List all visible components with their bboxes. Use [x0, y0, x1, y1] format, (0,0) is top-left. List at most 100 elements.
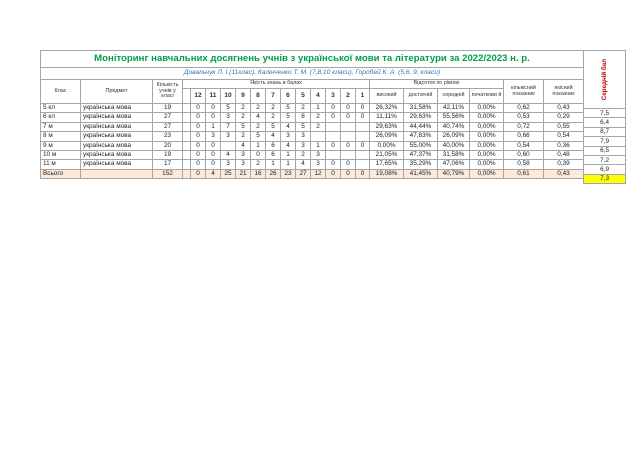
- row-qual: 0,43: [543, 102, 584, 114]
- row-quant: 0,60: [503, 149, 544, 161]
- row-grade-cell: 3: [310, 159, 326, 170]
- row-grade-cell: 0: [190, 140, 206, 151]
- row-grade-cell: [355, 159, 370, 170]
- row-sufficient: 31,58%: [403, 102, 438, 114]
- row-qual: 0,29: [543, 112, 584, 123]
- row-grade-cell: [325, 149, 341, 161]
- total-grade-cell: 4: [205, 168, 221, 180]
- row-middle: 40,74%: [437, 121, 470, 133]
- row-grade-cell: 0: [325, 102, 341, 114]
- row-qual: 0,54: [543, 131, 584, 142]
- row-spacer: [182, 102, 191, 114]
- row-grade-cell: 0: [325, 112, 341, 123]
- row-subject: українська мова: [80, 112, 153, 123]
- row-grade-cell: 4: [250, 112, 266, 123]
- row-grade-cell: 3: [295, 131, 311, 142]
- row-grade-cell: 1: [250, 140, 266, 151]
- grade-6: 6: [280, 88, 296, 104]
- row-qual: 0,36: [543, 140, 584, 151]
- row-sufficient: 47,37%: [403, 149, 438, 161]
- row-grade-cell: 3: [280, 131, 296, 142]
- avg-cell: 7,9: [582, 136, 627, 147]
- row-count: 23: [152, 131, 183, 142]
- grade-11: 11: [205, 88, 221, 104]
- row-class: 5 кл: [40, 102, 81, 114]
- row-grade-cell: 0: [190, 121, 206, 133]
- row-grade-cell: 2: [250, 159, 266, 170]
- col-header-qual-indicator: якісний показник: [543, 79, 584, 104]
- row-grade-cell: 0: [340, 102, 356, 114]
- total-middle: 40,79%: [437, 168, 470, 180]
- total-spacer: [182, 168, 191, 180]
- row-initial: 0,00%: [469, 112, 504, 123]
- row-grade-cell: 2: [235, 131, 251, 142]
- row-grade-cell: 3: [235, 149, 251, 161]
- row-grade-cell: 5: [265, 121, 281, 133]
- row-grade-cell: 4: [235, 140, 251, 151]
- grade-10: 10: [220, 88, 236, 104]
- row-initial: 0,00%: [469, 149, 504, 161]
- row-grade-cell: 3: [235, 159, 251, 170]
- grade-8: 8: [250, 88, 266, 104]
- row-initial: 0,00%: [469, 131, 504, 142]
- row-grade-cell: 0: [190, 131, 206, 142]
- col-header-levels: Відсоток по рівнях: [369, 79, 504, 89]
- row-grade-cell: 0: [205, 112, 221, 123]
- row-grade-cell: 3: [220, 159, 236, 170]
- row-sufficient: 35,29%: [403, 159, 438, 170]
- row-grade-cell: 0: [340, 159, 356, 170]
- grade-7: 7: [265, 88, 281, 104]
- row-qual: 0,39: [543, 159, 584, 170]
- row-subject: українська мова: [80, 159, 153, 170]
- row-initial: 0,00%: [469, 159, 504, 170]
- row-middle: 42,11%: [437, 102, 470, 114]
- row-grade-cell: 4: [280, 121, 296, 133]
- row-high: 26,32%: [369, 102, 404, 114]
- row-class: 6 кл: [40, 112, 81, 123]
- col-header-subject: Предмет: [80, 79, 153, 104]
- total-grade-cell: 0: [355, 168, 370, 180]
- row-count: 17: [152, 159, 183, 170]
- row-grade-cell: 1: [265, 159, 281, 170]
- row-sufficient: 55,00%: [403, 140, 438, 151]
- total-subject: [80, 168, 153, 180]
- grade-1: 1: [355, 88, 370, 104]
- avg-cell: 7,5: [582, 107, 627, 119]
- row-qual: 0,55: [543, 121, 584, 133]
- total-sufficient: 41,45%: [403, 168, 438, 180]
- avg-cell: 7,2: [582, 154, 627, 166]
- row-grade-cell: 0: [190, 102, 206, 114]
- total-quant: 0,61: [503, 168, 544, 180]
- row-quant: 0,54: [503, 140, 544, 151]
- row-subject: українська мова: [80, 121, 153, 133]
- total-grade-cell: 26: [265, 168, 281, 180]
- avg-header: Середній бал: [601, 58, 609, 101]
- row-grade-cell: 3: [205, 131, 221, 142]
- total-grade-cell: 0: [190, 168, 206, 180]
- avg-header-cell: Середній бал: [582, 50, 627, 109]
- row-grade-cell: 7: [220, 121, 236, 133]
- row-grade-cell: 0: [190, 159, 206, 170]
- row-initial: 0,00%: [469, 140, 504, 151]
- row-subject: українська мова: [80, 102, 153, 114]
- row-grade-cell: 2: [235, 102, 251, 114]
- row-grade-cell: 8: [295, 112, 311, 123]
- total-row: Всього 152 0 4 25 21 16 26 23 27 12 0 0 …: [40, 168, 584, 180]
- total-count: 152: [152, 168, 183, 180]
- row-grade-cell: [310, 131, 326, 142]
- total-grade-cell: 0: [340, 168, 356, 180]
- row-grade-cell: 6: [265, 140, 281, 151]
- total-grade-cell: 27: [295, 168, 311, 180]
- row-grade-cell: 1: [280, 149, 296, 161]
- grade-12: 12: [190, 88, 206, 104]
- row-sufficient: 47,83%: [403, 131, 438, 142]
- col-header-class: Клас: [40, 79, 81, 104]
- row-grade-cell: 2: [250, 102, 266, 114]
- col-header-middle: середній: [437, 88, 470, 104]
- row-grade-cell: 2: [250, 121, 266, 133]
- table-row: 11 м українська мова 17 0 0 3 3 2 1 1 4 3 0 0 17,65% 35…: [40, 159, 584, 170]
- row-grade-cell: 5: [280, 102, 296, 114]
- row-grade-cell: 2: [235, 112, 251, 123]
- row-grade-cell: 1: [205, 121, 221, 133]
- row-subject: українська мова: [80, 131, 153, 142]
